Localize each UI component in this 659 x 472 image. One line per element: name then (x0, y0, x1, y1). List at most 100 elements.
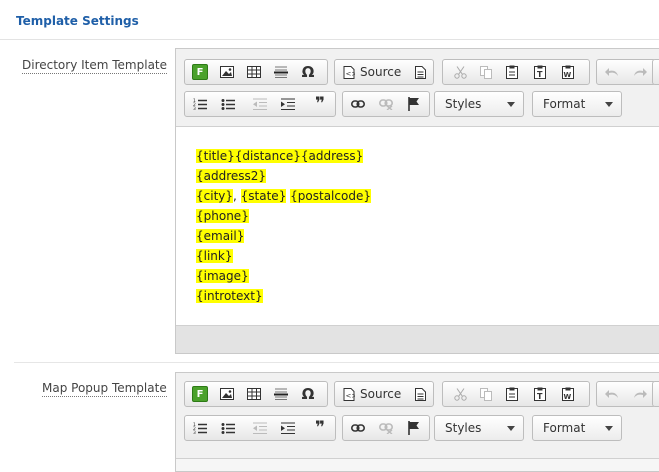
unlink-button[interactable] (373, 93, 399, 115)
bulleted-list-icon (221, 99, 235, 110)
horizontal-rule-button[interactable] (268, 383, 294, 405)
paste-button[interactable] (499, 383, 525, 405)
unlink-icon (379, 99, 393, 110)
toolbar-group-lists: 123 ❞ (184, 91, 336, 117)
placeholder-token: {title} (196, 149, 235, 163)
numbered-list-button[interactable]: 123 (187, 93, 213, 115)
svg-text:<>: <> (346, 70, 356, 78)
table-button[interactable] (241, 61, 267, 83)
table-icon (247, 66, 261, 78)
form-icon: F (192, 64, 208, 80)
toolbar-group-source: <> Source (334, 381, 434, 407)
template-line: {link} (196, 248, 233, 264)
popup-template-label[interactable]: Map Popup Template (42, 381, 167, 397)
editor-content-area[interactable]: {title}{distance}{address} {address2} {c… (176, 127, 659, 326)
template-line: {introtext} (196, 288, 263, 304)
scissors-icon (453, 65, 467, 79)
source-icon: <> (343, 387, 355, 401)
toolbar-group-more (652, 381, 659, 407)
image-button[interactable] (214, 383, 240, 405)
horizontal-line-icon (274, 66, 288, 78)
increase-indent-button[interactable] (275, 93, 301, 115)
chevron-down-icon (507, 426, 515, 431)
decrease-indent-button[interactable] (247, 93, 273, 115)
bulleted-list-button[interactable] (215, 93, 241, 115)
bulleted-list-icon (221, 423, 235, 434)
placeholder-token: {city} (196, 189, 234, 203)
document-icon (414, 65, 426, 79)
link-button[interactable] (345, 93, 371, 115)
special-character-button[interactable]: Ω (295, 61, 321, 83)
image-button[interactable] (214, 61, 240, 83)
table-button[interactable] (241, 383, 267, 405)
format-dropdown[interactable]: Format (532, 91, 622, 117)
redo-button[interactable] (627, 61, 653, 83)
paste-icon (506, 65, 518, 79)
undo-button[interactable] (599, 383, 625, 405)
preview-button[interactable] (407, 61, 433, 83)
paste-icon (506, 387, 518, 401)
horizontal-rule-button[interactable] (268, 61, 294, 83)
decrease-indent-button[interactable] (247, 417, 273, 439)
chevron-down-icon (507, 102, 515, 107)
indent-icon (281, 422, 295, 434)
anchor-button[interactable] (401, 417, 427, 439)
cut-button[interactable] (447, 61, 473, 83)
image-icon (220, 388, 234, 400)
redo-button[interactable] (627, 383, 653, 405)
form-field-button[interactable]: F (187, 383, 213, 405)
source-button[interactable]: <> Source (339, 383, 405, 405)
blockquote-button[interactable]: ❞ (307, 93, 333, 115)
link-icon (351, 424, 365, 432)
template-line: {city}, {state} {postalcode} (196, 188, 371, 204)
link-icon (351, 100, 365, 108)
paste-text-button[interactable]: T (527, 61, 553, 83)
format-dropdown[interactable]: Format (532, 415, 622, 441)
chevron-down-icon (605, 102, 613, 107)
placeholder-token: {image} (196, 269, 249, 283)
increase-indent-button[interactable] (275, 417, 301, 439)
paste-word-button[interactable]: W (555, 383, 581, 405)
popup-template-editor: F Ω <> Source T W 1 2 3 ❞ Styles Format (175, 372, 659, 472)
copy-button[interactable] (473, 61, 499, 83)
styles-dropdown[interactable]: Styles (434, 415, 524, 441)
svg-text:W: W (564, 393, 572, 401)
placeholder-token: {email} (196, 229, 245, 243)
source-button[interactable]: <> Source (339, 61, 405, 83)
unlink-button[interactable] (373, 417, 399, 439)
directory-template-label[interactable]: Directory Item Template (22, 58, 168, 74)
toolbar-group-history (596, 59, 656, 85)
numbered-list-button[interactable]: 123 (187, 417, 213, 439)
template-line: {phone} (196, 208, 249, 224)
divider (14, 362, 659, 363)
preview-button[interactable] (407, 383, 433, 405)
undo-icon (605, 390, 618, 398)
source-label: Source (360, 65, 402, 79)
flag-icon (408, 421, 419, 435)
omega-icon: Ω (301, 63, 315, 81)
paste-word-icon: W (562, 65, 574, 79)
copy-icon (479, 65, 492, 79)
copy-button[interactable] (473, 383, 499, 405)
svg-text:3: 3 (193, 106, 196, 110)
paste-button[interactable] (499, 61, 525, 83)
paste-word-button[interactable]: W (555, 61, 581, 83)
styles-dropdown[interactable]: Styles (434, 91, 524, 117)
svg-text:W: W (564, 71, 572, 79)
editor-status-bar (176, 326, 659, 353)
blockquote-button[interactable]: ❞ (307, 417, 333, 439)
anchor-button[interactable] (401, 93, 427, 115)
link-button[interactable] (345, 417, 371, 439)
unlink-icon (379, 423, 393, 434)
paste-text-button[interactable]: T (527, 383, 553, 405)
cut-button[interactable] (447, 383, 473, 405)
toolbar-group-source: <> Source (334, 59, 434, 85)
bulleted-list-button[interactable] (215, 417, 241, 439)
undo-button[interactable] (599, 61, 625, 83)
form-field-button[interactable]: F (187, 61, 213, 83)
template-line: {image} (196, 268, 249, 284)
numbered-list-icon: 123 (193, 422, 207, 434)
special-character-button[interactable]: Ω (295, 383, 321, 405)
toolbar-group-history (596, 381, 656, 407)
format-label: Format (543, 421, 586, 435)
